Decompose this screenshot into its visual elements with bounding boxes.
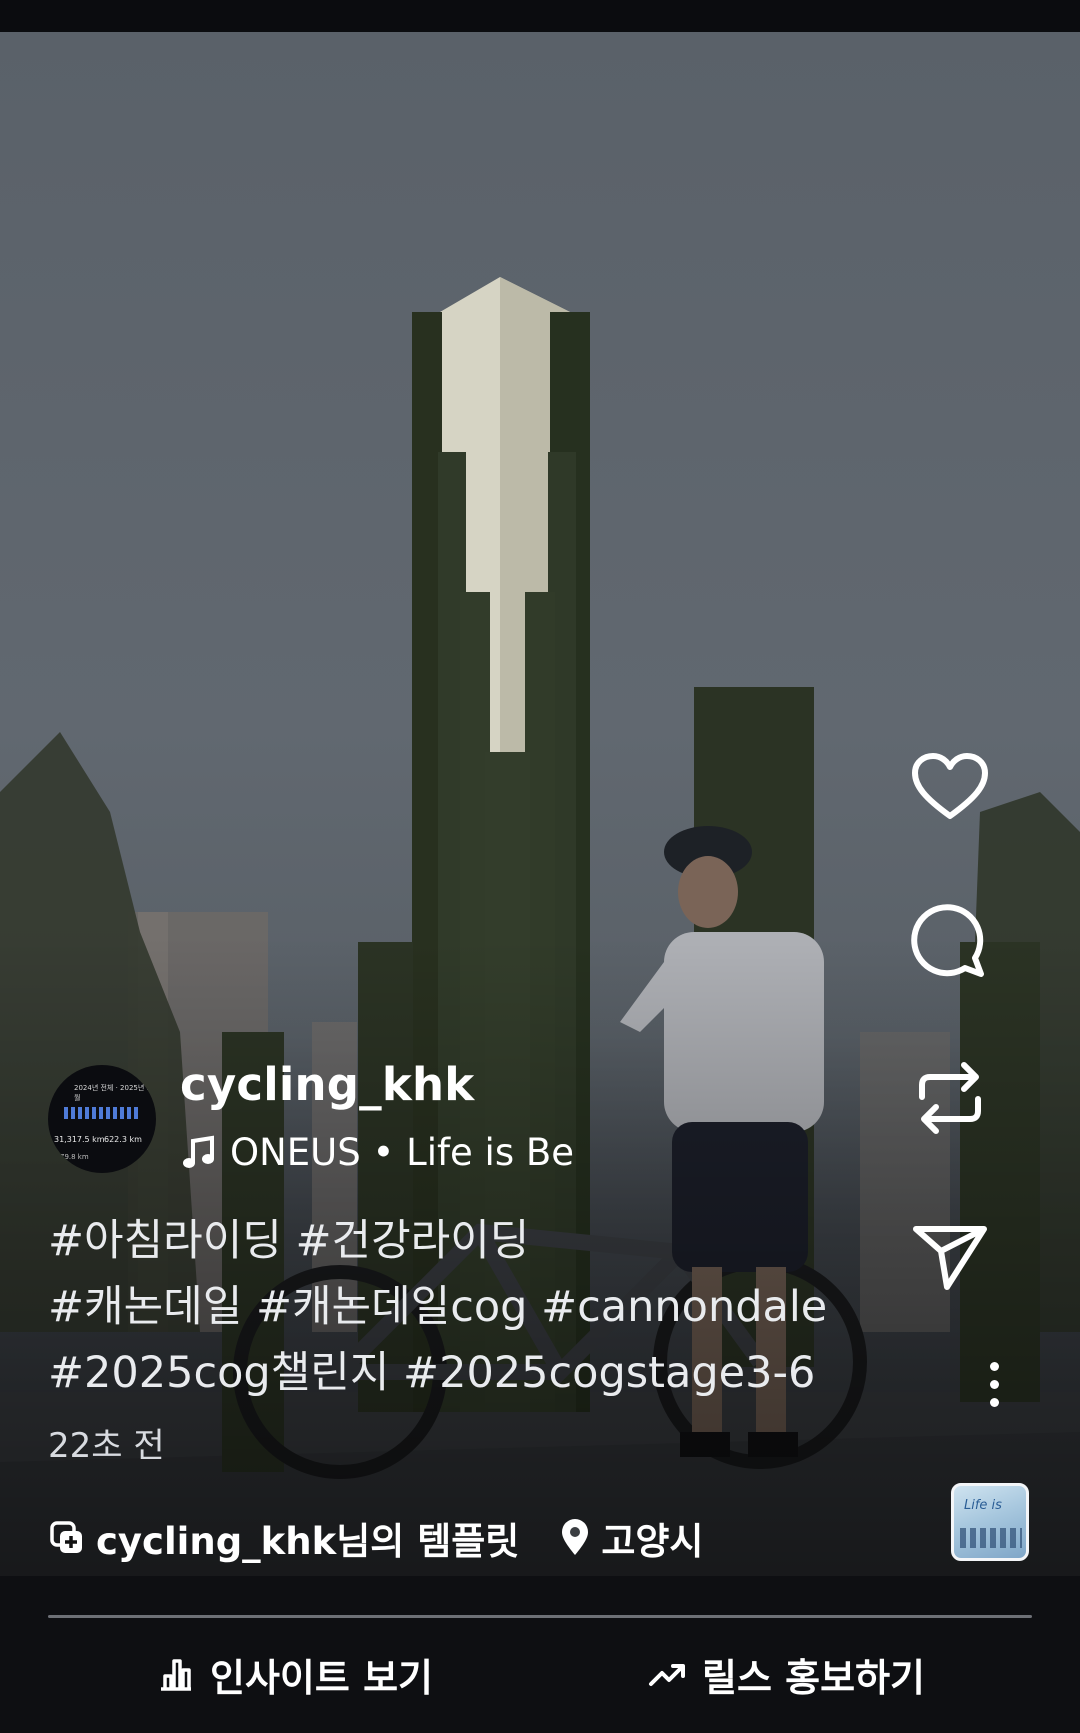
album-art-script: Life is bbox=[964, 1498, 1002, 1513]
avatar-header-text: 2024년 전체 · 2025년 5월 bbox=[74, 1084, 151, 1102]
share-button[interactable] bbox=[910, 1217, 990, 1297]
avatar-stat-left: 31,317.5 km bbox=[54, 1135, 105, 1144]
trending-up-icon bbox=[649, 1664, 685, 1686]
divider bbox=[48, 1615, 1032, 1618]
bottom-bar: 인사이트 보기 릴스 홍보하기 bbox=[0, 1576, 1080, 1733]
audio-thumbnail[interactable]: Life is bbox=[951, 1483, 1029, 1561]
view-insights-button[interactable]: 인사이트 보기 bbox=[158, 1634, 433, 1714]
caption-line: #2025cog챌린지 #2025cogstage3-6 bbox=[48, 1348, 816, 1398]
avatar[interactable]: 2024년 전체 · 2025년 5월 31,317.5 km 622.3 km… bbox=[48, 1065, 156, 1173]
meta-row: cycling_khk님의 템플릿 고양시 bbox=[48, 1510, 703, 1566]
avatar-chart-bars bbox=[64, 1107, 140, 1119]
template-label: cycling_khk님의 템플릿 bbox=[96, 1520, 520, 1563]
caption-line: #아침라이딩 #건강라이딩 bbox=[48, 1216, 530, 1266]
insights-chart-icon bbox=[161, 1659, 191, 1691]
heart-icon bbox=[912, 753, 988, 819]
send-icon bbox=[913, 1226, 987, 1290]
location-link[interactable]: 고양시 bbox=[559, 1511, 703, 1565]
like-button[interactable] bbox=[910, 747, 990, 827]
music-title: ONEUS • Life is Be bbox=[230, 1130, 575, 1174]
music-info[interactable]: ONEUS • Life is Be bbox=[180, 1128, 580, 1176]
timestamp: 22초 전 bbox=[48, 1426, 165, 1466]
username[interactable]: cycling_khk bbox=[180, 1058, 474, 1111]
location-label: 고양시 bbox=[601, 1520, 704, 1563]
caption[interactable]: #아침라이딩 #건강라이딩 #캐논데일 #캐논데일cog #cannondale… bbox=[48, 1208, 908, 1406]
status-bar bbox=[0, 0, 1080, 32]
avatar-stat-bottom: 79.8 km bbox=[60, 1153, 89, 1161]
location-pin-icon bbox=[562, 1519, 589, 1555]
template-link[interactable]: cycling_khk님의 템플릿 bbox=[48, 1511, 519, 1565]
promote-reel-label: 릴스 홍보하기 bbox=[702, 1655, 925, 1700]
caption-line: #캐논데일 #캐논데일cog #cannondale bbox=[48, 1282, 828, 1332]
template-icon bbox=[50, 1521, 82, 1553]
music-note-icon bbox=[183, 1135, 214, 1168]
comment-icon bbox=[911, 904, 984, 977]
view-insights-label: 인사이트 보기 bbox=[210, 1655, 433, 1700]
repost-icon bbox=[919, 1062, 981, 1134]
repost-button[interactable] bbox=[910, 1058, 990, 1138]
promote-reel-button[interactable]: 릴스 홍보하기 bbox=[648, 1634, 925, 1714]
avatar-stat-right: 622.3 km bbox=[104, 1135, 142, 1144]
album-art-figures bbox=[960, 1528, 1022, 1548]
comment-button[interactable] bbox=[910, 903, 990, 983]
more-icon[interactable] bbox=[989, 1362, 999, 1412]
